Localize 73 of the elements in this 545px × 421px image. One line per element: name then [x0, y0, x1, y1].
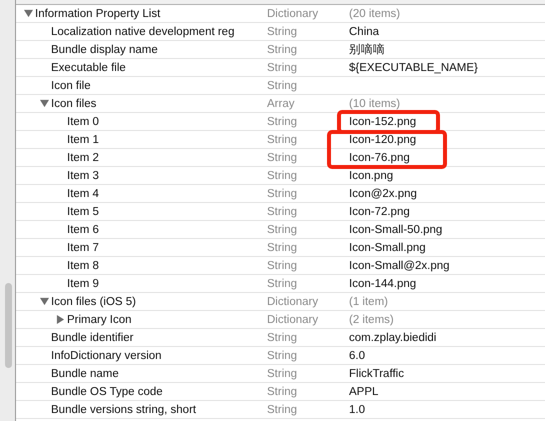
scrollbar-thumb[interactable]	[5, 283, 12, 368]
value-cell: Icon-76.png	[349, 152, 410, 164]
key-cell[interactable]: Icon file	[51, 80, 91, 92]
type-cell: String	[267, 170, 298, 182]
key-cell[interactable]: Primary Icon	[67, 314, 132, 326]
value-cell: (20 items)	[349, 8, 400, 20]
value-cell: (1 item)	[349, 296, 388, 308]
value-cell: Icon@2x.png	[349, 188, 417, 200]
key-cell[interactable]: Information Property List	[35, 8, 160, 20]
key-cell[interactable]: Item 3	[67, 170, 99, 182]
key-cell[interactable]: Item 5	[67, 206, 99, 218]
value-cell: FlickTraffic	[349, 368, 404, 380]
type-cell: String	[267, 350, 298, 362]
value-cell: Icon-Small-50.png	[349, 224, 442, 236]
value-cell: ${EXECUTABLE_NAME}	[349, 62, 478, 74]
key-cell[interactable]: Bundle display name	[51, 44, 158, 56]
type-cell: String	[267, 332, 298, 344]
key-cell[interactable]: Item 8	[67, 260, 99, 272]
key-cell[interactable]: Item 2	[67, 152, 99, 164]
key-cell[interactable]: Item 6	[67, 224, 99, 236]
key-cell[interactable]: Item 9	[67, 278, 99, 290]
value-cell: Icon-72.png	[349, 206, 410, 218]
key-cell[interactable]: Executable file	[51, 62, 126, 74]
type-cell: String	[267, 224, 298, 236]
value-cell: Icon-Small.png	[349, 242, 426, 254]
type-cell: String	[267, 188, 298, 200]
key-cell[interactable]: Icon files	[51, 98, 96, 110]
key-cell[interactable]: Icon files (iOS 5)	[51, 296, 136, 308]
type-cell: String	[267, 26, 298, 38]
type-cell: String	[267, 386, 298, 398]
type-cell: String	[267, 116, 298, 128]
value-cell: 1.0	[349, 404, 365, 416]
type-cell: String	[267, 152, 298, 164]
key-cell[interactable]: InfoDictionary version	[51, 350, 162, 362]
value-cell: com.zplay.biedidi	[349, 332, 436, 344]
value-cell: Icon-120.png	[349, 134, 416, 146]
type-cell: String	[267, 368, 298, 380]
key-cell[interactable]: Bundle OS Type code	[51, 386, 163, 398]
type-cell: String	[267, 260, 298, 272]
key-cell[interactable]: Localization native development reg	[51, 26, 234, 38]
type-cell: Dictionary	[267, 296, 318, 308]
type-cell: String	[267, 206, 298, 218]
key-cell[interactable]: Bundle versions string, short	[51, 404, 196, 416]
type-cell: String	[267, 44, 298, 56]
type-cell: String	[267, 404, 298, 416]
type-cell: Dictionary	[267, 314, 318, 326]
type-cell: Dictionary	[267, 8, 318, 20]
key-cell[interactable]: Item 1	[67, 134, 99, 146]
key-cell[interactable]: Item 0	[67, 116, 99, 128]
collapse-triangle-icon[interactable]	[24, 9, 33, 18]
key-cell[interactable]: Item 7	[67, 242, 99, 254]
value-cell: 别嘀嘀	[349, 44, 385, 56]
value-cell: Icon.png	[349, 170, 394, 182]
key-cell[interactable]: Bundle name	[51, 368, 119, 380]
value-cell: (10 items)	[349, 98, 400, 110]
type-cell: String	[267, 80, 298, 92]
value-cell: (2 items)	[349, 314, 394, 326]
type-cell: String	[267, 134, 298, 146]
collapse-triangle-icon[interactable]	[40, 297, 49, 306]
type-cell: String	[267, 242, 298, 254]
type-cell: Array	[267, 98, 294, 110]
type-cell: String	[267, 62, 298, 74]
value-cell: Icon-Small@2x.png	[349, 260, 450, 272]
key-cell[interactable]: Bundle identifier	[51, 332, 134, 344]
value-cell: Icon-144.png	[349, 278, 416, 290]
value-cell: 6.0	[349, 350, 365, 362]
key-cell[interactable]: Item 4	[67, 188, 99, 200]
expand-triangle-icon[interactable]	[56, 315, 65, 324]
value-cell: Icon-152.png	[349, 116, 416, 128]
value-cell: China	[349, 26, 380, 38]
value-cell: APPL	[349, 386, 378, 398]
collapse-triangle-icon[interactable]	[40, 99, 49, 108]
type-cell: String	[267, 278, 298, 290]
